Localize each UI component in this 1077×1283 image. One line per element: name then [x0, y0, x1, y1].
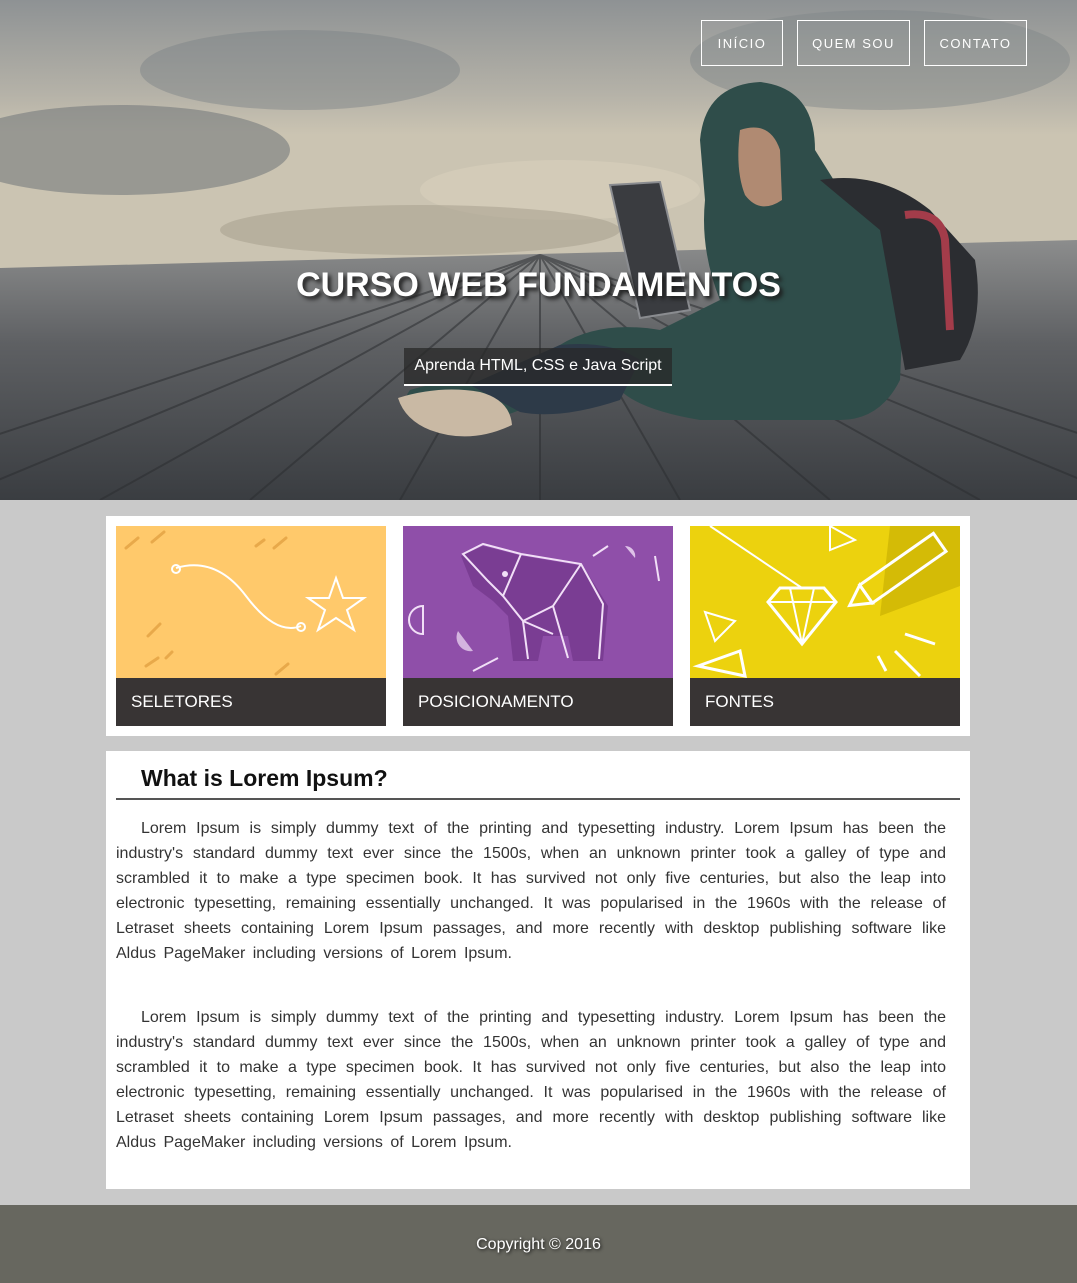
article-paragraph: Lorem Ipsum is simply dummy text of the …	[116, 820, 946, 962]
nav-contato-button[interactable]: CONTATO	[924, 20, 1027, 66]
nav-inicio-button[interactable]: INÍCIO	[701, 20, 783, 66]
card-caption: SELETORES	[116, 678, 386, 726]
card-fontes[interactable]: FONTES	[690, 526, 960, 726]
hero-background-image	[0, 0, 1077, 500]
article-content: What is Lorem Ipsum? Lorem Ipsum is simp…	[106, 751, 970, 1189]
article-heading: What is Lorem Ipsum?	[116, 751, 960, 800]
hero-title: CURSO WEB FUNDAMENTOS	[296, 266, 781, 304]
card-caption: FONTES	[690, 678, 960, 726]
star-path-illustration	[116, 526, 386, 678]
main-nav: INÍCIO QUEM SOU CONTATO	[701, 20, 1027, 66]
card-posicionamento[interactable]: POSICIONAMENTO	[403, 526, 673, 726]
hero-subtitle: Aprenda HTML, CSS e Java Script	[404, 348, 672, 386]
page-footer: Copyright © 2016	[0, 1205, 1077, 1283]
article-paragraph: Lorem Ipsum is simply dummy text of the …	[116, 1009, 946, 1151]
card-caption: POSICIONAMENTO	[403, 678, 673, 726]
origami-elephant-illustration	[403, 526, 673, 678]
hero-banner: INÍCIO QUEM SOU CONTATO CURSO WEB FUNDAM…	[0, 0, 1077, 500]
copyright-text: Copyright © 2016	[476, 1236, 601, 1253]
nav-quem-sou-button[interactable]: QUEM SOU	[797, 20, 910, 66]
diamond-pencil-illustration	[690, 526, 960, 678]
course-cards-panel: SELETORES POSICIONAMENTO FONTES	[106, 516, 970, 736]
card-seletores[interactable]: SELETORES	[116, 526, 386, 726]
